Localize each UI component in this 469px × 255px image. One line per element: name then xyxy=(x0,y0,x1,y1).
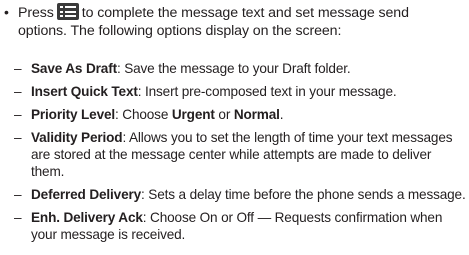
manual-page: • Press to complete the message text and … xyxy=(0,0,469,255)
option-term: Enh. Delivery Ack xyxy=(31,210,143,225)
option-term: Save As Draft xyxy=(31,61,117,76)
dash: – xyxy=(14,107,22,122)
option-term: Validity Period xyxy=(31,130,123,145)
dash: – xyxy=(14,130,22,145)
intro-text: Press to complete the message text and se… xyxy=(4,3,464,40)
dash: – xyxy=(14,210,22,225)
dash: – xyxy=(14,187,22,202)
option-value-normal: Normal xyxy=(233,107,280,122)
option-term: Deferred Delivery xyxy=(31,187,142,202)
intro-paragraph: • Press to complete the message text and … xyxy=(4,3,464,40)
option-term: Insert Quick Text xyxy=(31,84,138,99)
option-enh-delivery-ack: – Enh. Delivery Ack: Choose On or Off — … xyxy=(14,209,466,243)
option-desc-c: . xyxy=(279,107,284,122)
option-desc: : Sets a delay time before the phone sen… xyxy=(141,187,466,202)
option-save-as-draft: – Save As Draft: Save the message to you… xyxy=(14,60,466,77)
option-priority-level: – Priority Level: Choose Urgent or Norma… xyxy=(14,106,466,123)
option-desc: : Insert pre-composed text in your messa… xyxy=(137,84,397,99)
option-desc: : Save the message to your Draft folder. xyxy=(116,61,351,76)
option-insert-quick-text: – Insert Quick Text: Insert pre-composed… xyxy=(14,83,466,100)
option-validity-period: – Validity Period: Allows you to set the… xyxy=(14,129,466,180)
menu-key-icon xyxy=(56,3,79,20)
option-term: Priority Level xyxy=(31,107,116,122)
bullet: • xyxy=(4,4,9,20)
intro-before-icon: Press xyxy=(18,5,54,21)
option-desc-b: or xyxy=(214,107,234,122)
intro-line2: options. The following options display o… xyxy=(18,23,342,39)
dash: – xyxy=(14,61,22,76)
option-value-urgent: Urgent xyxy=(171,107,215,122)
intro-after-icon: to complete the message text and set mes… xyxy=(81,5,409,21)
option-deferred-delivery: – Deferred Delivery: Sets a delay time b… xyxy=(14,186,466,203)
dash: – xyxy=(14,84,22,99)
option-desc-a: : Choose xyxy=(115,107,172,122)
options-list: – Save As Draft: Save the message to you… xyxy=(14,60,466,249)
